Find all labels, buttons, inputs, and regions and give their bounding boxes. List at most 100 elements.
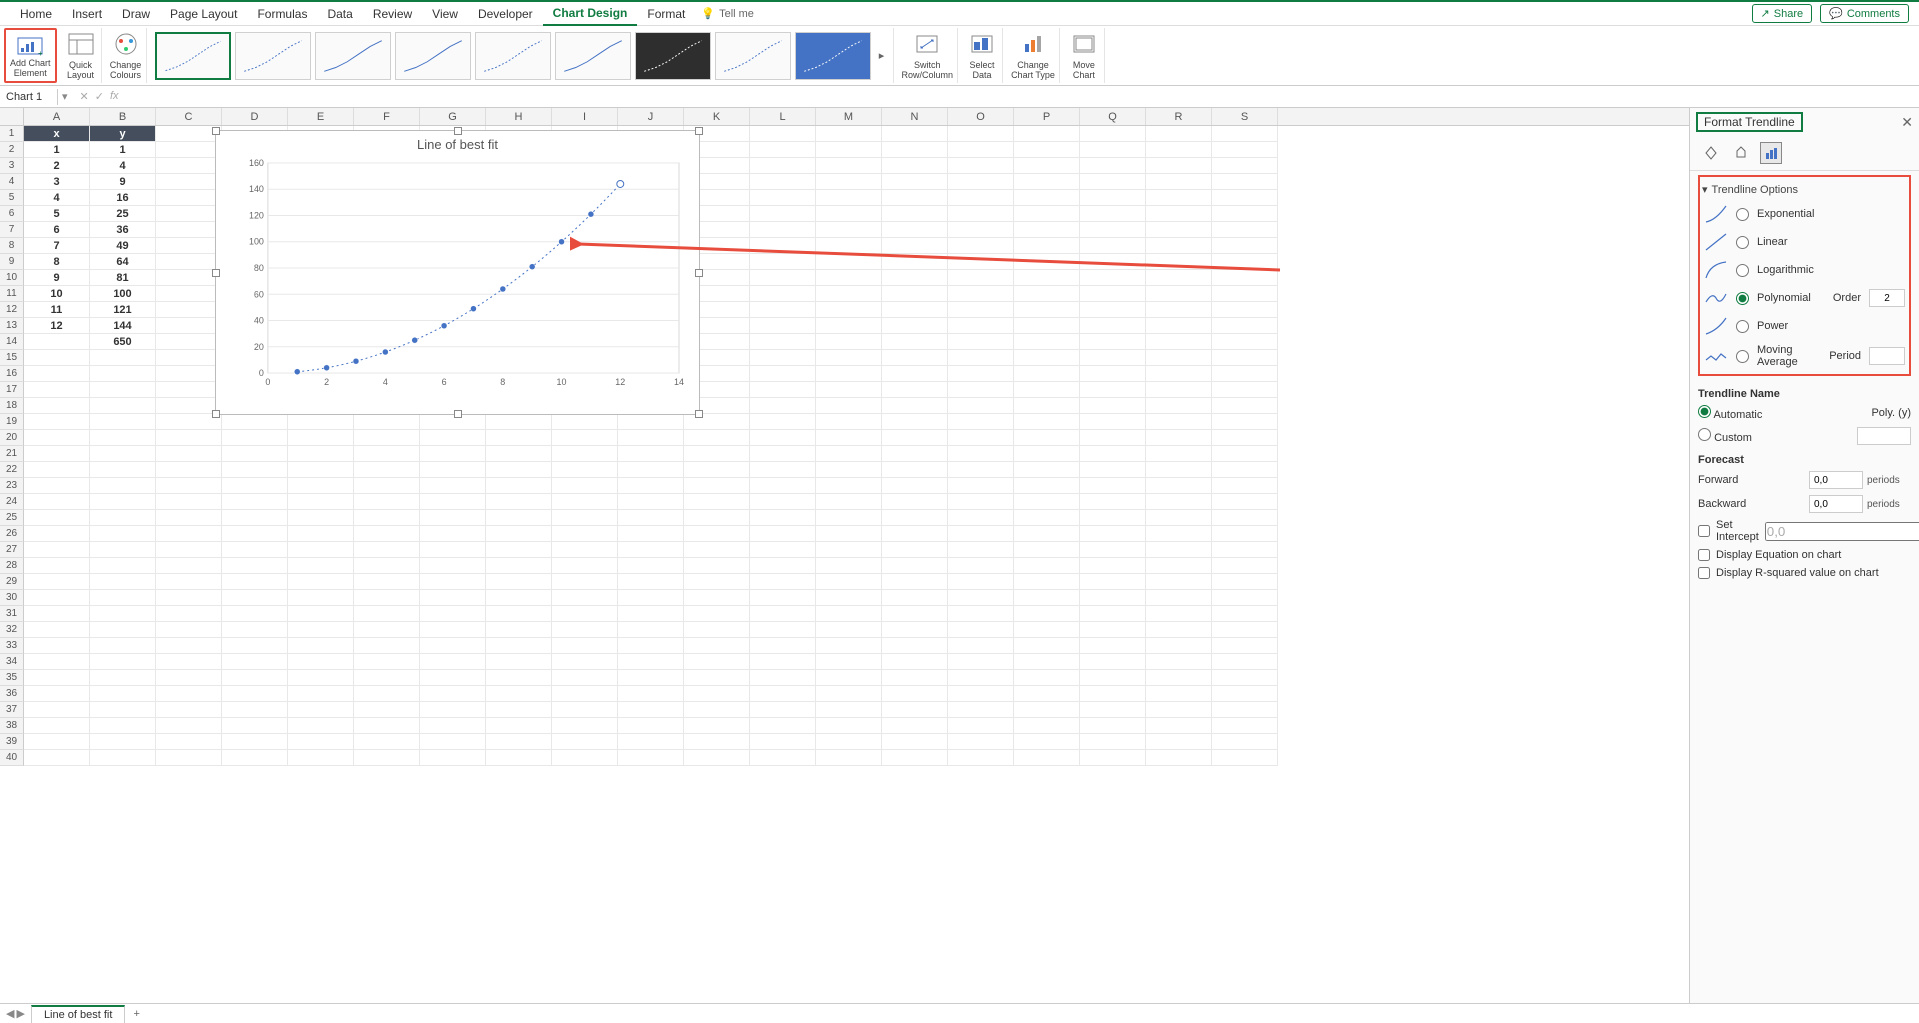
cell[interactable] [90, 382, 156, 398]
cell[interactable] [816, 750, 882, 766]
cell[interactable] [1014, 750, 1080, 766]
cell[interactable] [1212, 558, 1278, 574]
cell[interactable] [486, 638, 552, 654]
cell[interactable] [1080, 158, 1146, 174]
cell[interactable] [1080, 350, 1146, 366]
cell[interactable] [1212, 606, 1278, 622]
cell[interactable] [90, 590, 156, 606]
cell[interactable] [486, 686, 552, 702]
cell[interactable] [1080, 494, 1146, 510]
cell[interactable] [1146, 350, 1212, 366]
spreadsheet[interactable]: ABCDEFGHIJKLMNOPQRS 1xy21132443954166525… [0, 108, 1689, 1003]
cell[interactable] [420, 462, 486, 478]
cell[interactable] [948, 366, 1014, 382]
row-header[interactable]: 22 [0, 462, 24, 478]
cell[interactable] [750, 638, 816, 654]
cell[interactable] [948, 430, 1014, 446]
cell[interactable] [1080, 254, 1146, 270]
cell[interactable] [354, 670, 420, 686]
cell[interactable] [816, 478, 882, 494]
cell[interactable] [156, 158, 222, 174]
cell[interactable] [1014, 142, 1080, 158]
cell[interactable] [354, 750, 420, 766]
cell[interactable] [882, 638, 948, 654]
cell[interactable] [24, 750, 90, 766]
cell[interactable] [1146, 686, 1212, 702]
cell[interactable] [552, 558, 618, 574]
cell[interactable] [420, 590, 486, 606]
cell[interactable] [156, 478, 222, 494]
cell[interactable] [486, 478, 552, 494]
tab-insert[interactable]: Insert [62, 3, 112, 25]
display-equation-checkbox[interactable]: Display Equation on chart [1698, 546, 1911, 564]
cell[interactable] [948, 302, 1014, 318]
cell[interactable] [288, 638, 354, 654]
cell[interactable] [684, 494, 750, 510]
cell[interactable] [618, 670, 684, 686]
cell[interactable] [1080, 398, 1146, 414]
trendline-options-header[interactable]: ▾Trendline Options [1702, 179, 1907, 200]
cell[interactable] [750, 574, 816, 590]
cell[interactable] [816, 590, 882, 606]
cell[interactable] [1080, 606, 1146, 622]
cell[interactable] [90, 510, 156, 526]
cell[interactable] [486, 430, 552, 446]
cell[interactable] [750, 606, 816, 622]
cell[interactable] [1080, 238, 1146, 254]
custom-name-input[interactable] [1857, 427, 1911, 445]
cell[interactable] [1212, 702, 1278, 718]
cell[interactable] [1146, 238, 1212, 254]
cell[interactable] [816, 526, 882, 542]
cell[interactable] [948, 158, 1014, 174]
cell[interactable] [618, 638, 684, 654]
cell[interactable] [156, 206, 222, 222]
row-header[interactable]: 9 [0, 254, 24, 270]
cell[interactable] [552, 526, 618, 542]
cell[interactable] [24, 686, 90, 702]
cell[interactable] [156, 318, 222, 334]
cell[interactable]: y [90, 126, 156, 142]
cell[interactable] [1080, 206, 1146, 222]
cell[interactable] [1212, 318, 1278, 334]
column-header[interactable]: I [552, 108, 618, 125]
cell[interactable] [1014, 654, 1080, 670]
cell[interactable] [420, 574, 486, 590]
row-header[interactable]: 38 [0, 718, 24, 734]
cell[interactable] [816, 558, 882, 574]
cell[interactable] [354, 574, 420, 590]
cell[interactable] [288, 670, 354, 686]
cell[interactable] [486, 670, 552, 686]
tab-home[interactable]: Home [10, 3, 62, 25]
cell[interactable] [1212, 334, 1278, 350]
cell[interactable] [1080, 686, 1146, 702]
cell[interactable] [288, 622, 354, 638]
cell[interactable] [1080, 702, 1146, 718]
cell[interactable] [618, 494, 684, 510]
cell[interactable] [420, 718, 486, 734]
sheet-tab[interactable]: Line of best fit [31, 1005, 126, 1023]
cell[interactable] [1212, 750, 1278, 766]
cell[interactable] [684, 526, 750, 542]
row-header[interactable]: 19 [0, 414, 24, 430]
cell[interactable] [24, 462, 90, 478]
cell[interactable] [948, 606, 1014, 622]
cell[interactable] [354, 542, 420, 558]
cell[interactable] [684, 702, 750, 718]
cell[interactable] [1014, 398, 1080, 414]
cell[interactable] [420, 638, 486, 654]
cell[interactable] [618, 446, 684, 462]
cell[interactable]: 36 [90, 222, 156, 238]
cell[interactable] [948, 574, 1014, 590]
quick-layout-button[interactable]: Quick Layout [61, 28, 102, 83]
chart-style-6[interactable] [555, 32, 631, 80]
cell[interactable] [1080, 414, 1146, 430]
cell[interactable] [24, 510, 90, 526]
switch-row-column-button[interactable]: Switch Row/Column [898, 28, 959, 83]
cell[interactable] [948, 206, 1014, 222]
cell[interactable] [222, 734, 288, 750]
cell[interactable] [1080, 622, 1146, 638]
cell[interactable] [684, 718, 750, 734]
cell[interactable] [24, 334, 90, 350]
cell[interactable] [1212, 350, 1278, 366]
cell[interactable] [1212, 462, 1278, 478]
